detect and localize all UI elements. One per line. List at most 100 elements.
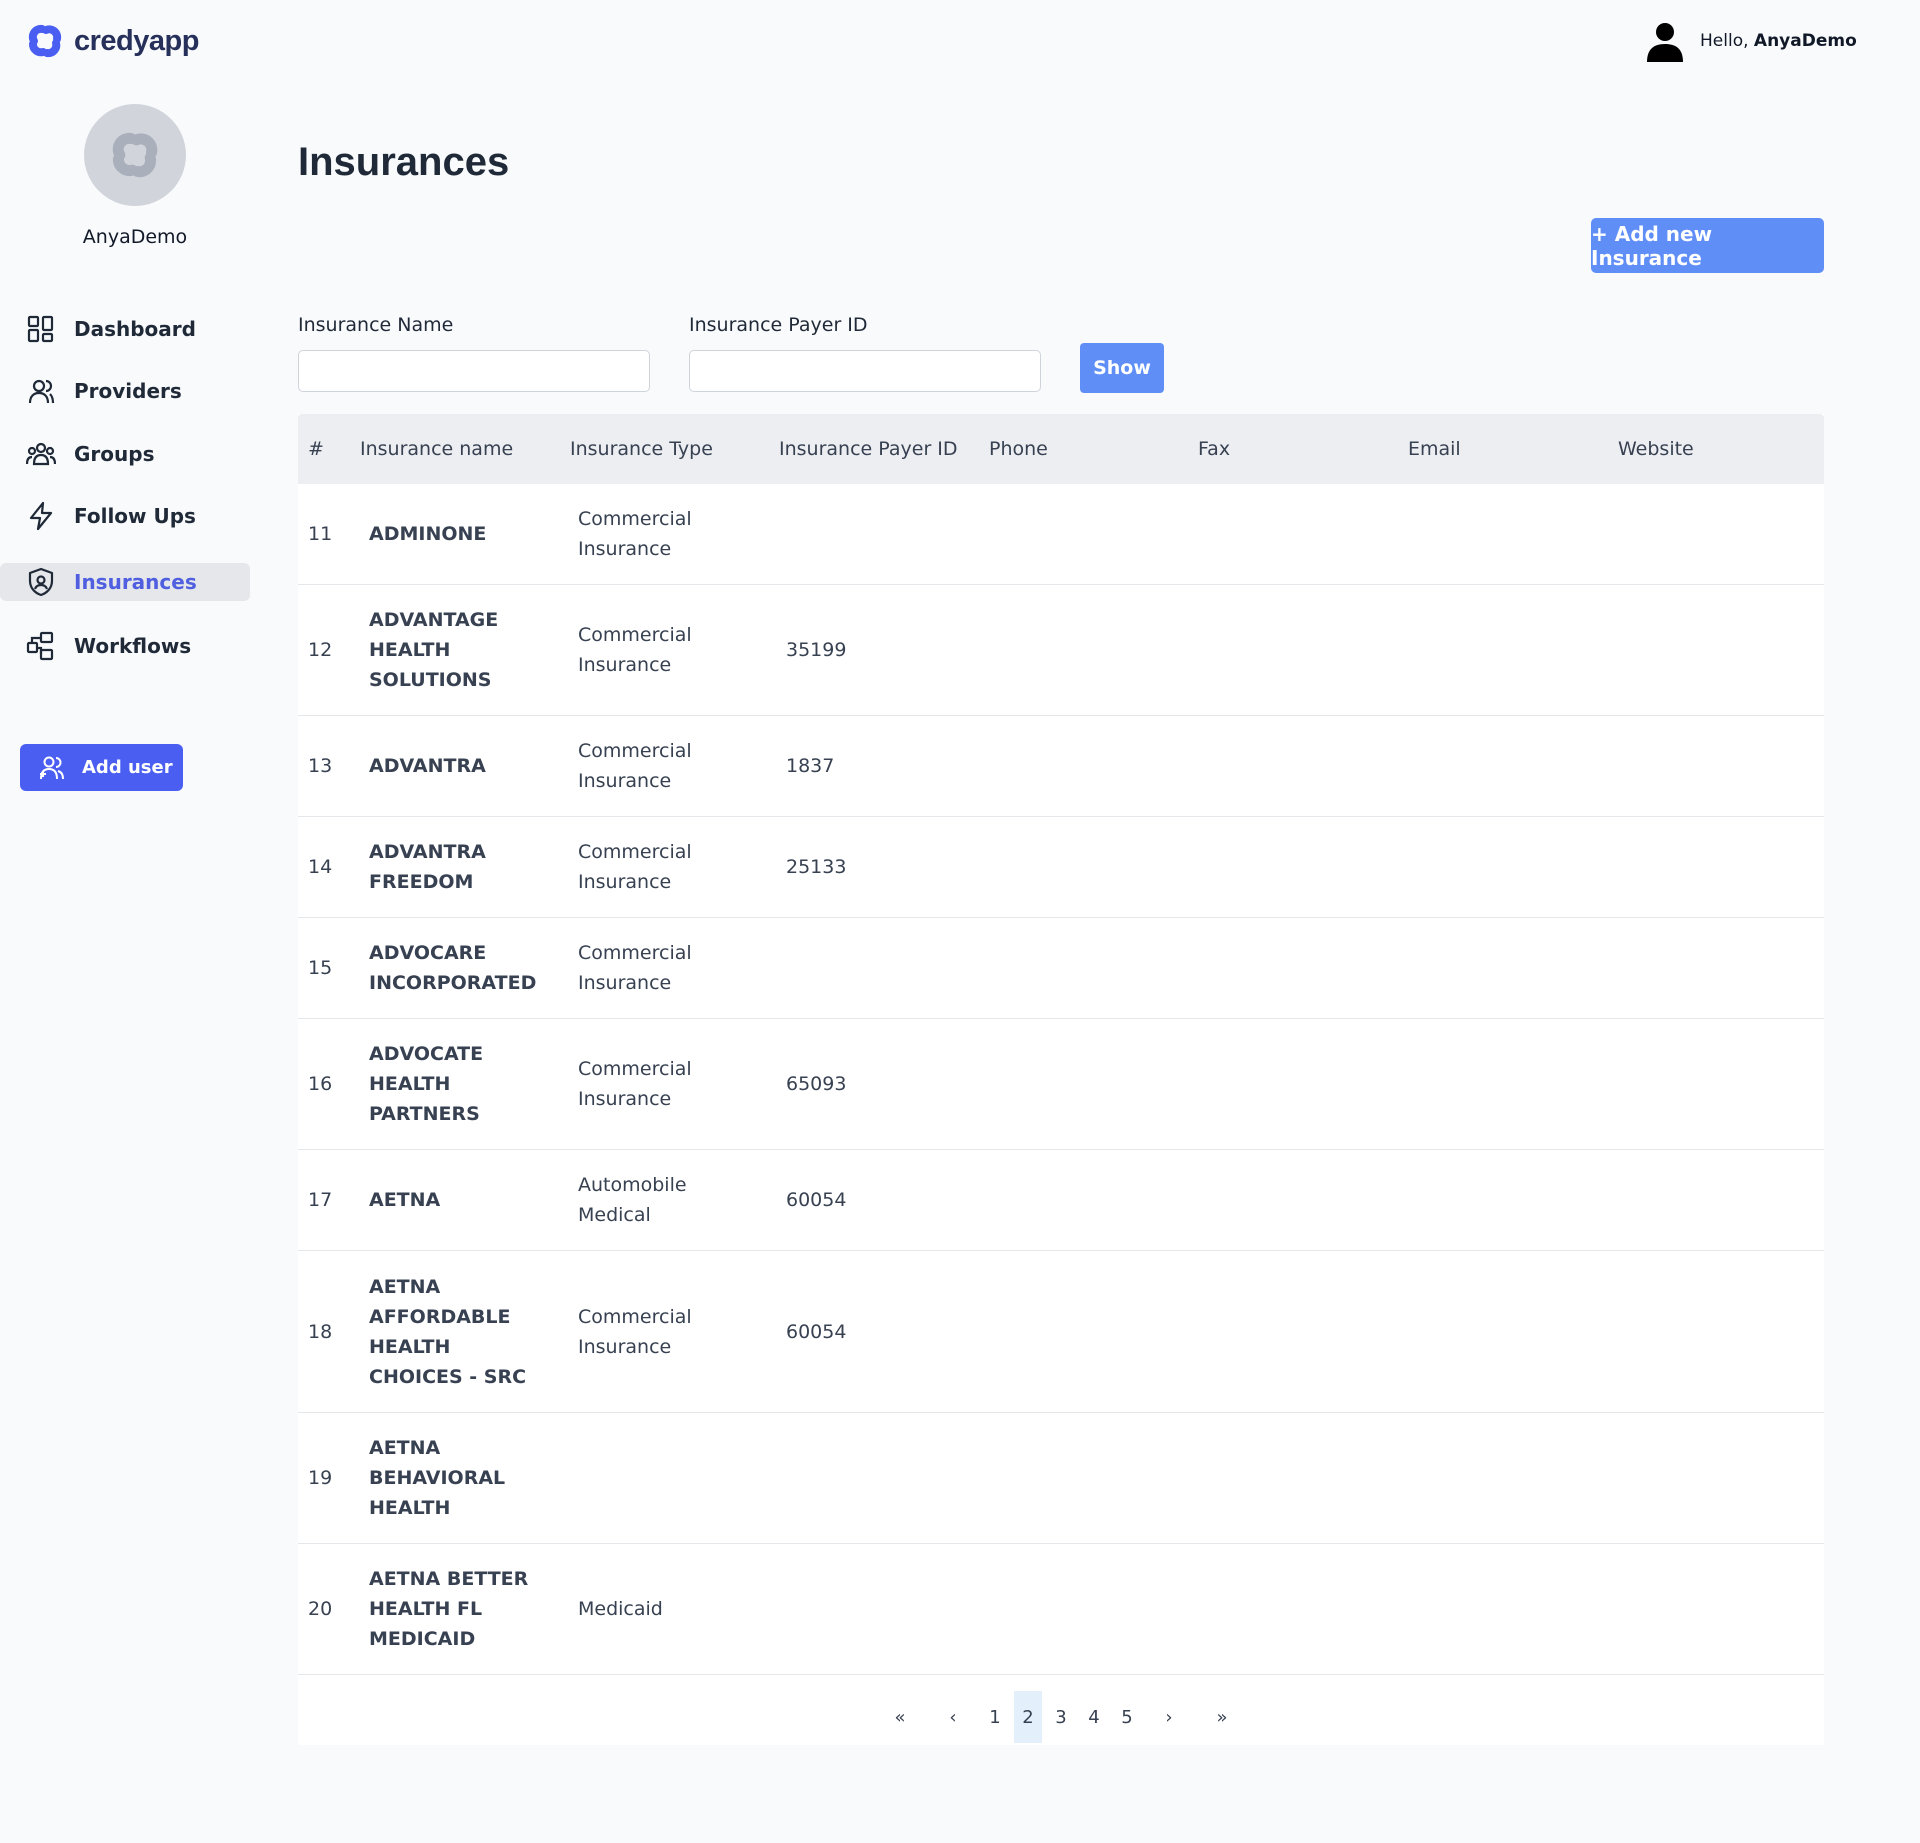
table-row[interactable]: 11 ADMINONE Commercial Insurance	[298, 484, 1824, 585]
add-new-insurance-button[interactable]: + Add new Insurance	[1591, 218, 1824, 273]
dashboard-grid-icon	[24, 312, 58, 346]
add-user-label: Add user	[82, 757, 173, 778]
group-icon	[24, 437, 58, 471]
greeting-username: AnyaDemo	[1753, 31, 1857, 51]
user-icon	[24, 374, 58, 408]
workflow-icon	[24, 629, 58, 663]
sidebar-item-groups[interactable]: Groups	[0, 435, 250, 473]
column-header-payer-id[interactable]: Insurance Payer ID	[779, 414, 958, 484]
insurance-name[interactable]: ADVANTAGE HEALTH SOLUTIONS	[369, 585, 549, 715]
table-row[interactable]: 13 ADVANTRA Commercial Insurance 1837	[298, 716, 1824, 817]
insurance-name[interactable]: AETNA BETTER HEALTH FL MEDICAID	[369, 1544, 549, 1674]
column-header-phone[interactable]: Phone	[989, 414, 1048, 484]
payer-id: 65093	[786, 1073, 847, 1095]
insurance-name-input[interactable]	[298, 350, 650, 392]
row-number: 19	[308, 1467, 333, 1489]
payer-id: 60054	[786, 1189, 847, 1211]
pagination-first-button[interactable]: «	[886, 1691, 914, 1743]
brand-name: credyapp	[74, 24, 199, 57]
profile-username: AnyaDemo	[82, 226, 188, 248]
sidebar-item-label: Workflows	[74, 634, 192, 658]
insurance-type: Commercial Insurance	[578, 740, 692, 792]
sidebar-item-workflows[interactable]: Workflows	[0, 627, 250, 665]
avatar-logo-icon	[112, 132, 158, 178]
insurance-type	[578, 1413, 708, 1543]
insurance-type: Automobile Medical	[578, 1174, 687, 1226]
payer-id: 35199	[786, 639, 847, 661]
show-button[interactable]: Show	[1080, 343, 1164, 393]
lightning-icon	[24, 499, 58, 533]
sidebar-item-label: Groups	[74, 442, 155, 466]
pagination-page-3[interactable]: 3	[1047, 1691, 1075, 1743]
row-number: 17	[308, 1189, 333, 1211]
sidebar-item-label: Insurances	[74, 570, 197, 594]
sidebar-item-label: Dashboard	[74, 317, 196, 341]
payer-id: 60054	[786, 1320, 847, 1343]
table-row[interactable]: 16 ADVOCATE HEALTH PARTNERS Commercial I…	[298, 1019, 1824, 1150]
pagination-prev-button[interactable]: ‹	[939, 1691, 967, 1743]
sidebar-item-providers[interactable]: Providers	[0, 372, 250, 410]
insurance-name[interactable]: ADVOCATE HEALTH PARTNERS	[369, 1019, 549, 1149]
row-number: 16	[308, 1073, 333, 1095]
pagination: « ‹ 1 2 3 4 5 › »	[298, 1675, 1824, 1745]
row-number: 18	[308, 1320, 333, 1343]
row-number: 15	[308, 957, 333, 979]
row-number: 12	[308, 639, 333, 661]
add-user-button[interactable]: Add user	[20, 744, 183, 791]
insurance-name[interactable]: AETNA	[369, 1150, 549, 1250]
insurance-type: Commercial Insurance	[578, 508, 692, 560]
table-row[interactable]: 14 ADVANTRA FREEDOM Commercial Insurance…	[298, 817, 1824, 918]
pagination-page-4[interactable]: 4	[1080, 1691, 1108, 1743]
sidebar-item-dashboard[interactable]: Dashboard	[0, 310, 250, 348]
sidebar-item-follow-ups[interactable]: Follow Ups	[0, 497, 250, 535]
pagination-page-2[interactable]: 2	[1014, 1691, 1042, 1743]
insurances-table: # Insurance name Insurance Type Insuranc…	[298, 414, 1824, 1745]
insurance-name[interactable]: ADMINONE	[369, 484, 549, 584]
table-row[interactable]: 12 ADVANTAGE HEALTH SOLUTIONS Commercial…	[298, 585, 1824, 716]
insurance-name[interactable]: ADVANTRA	[369, 716, 549, 816]
table-row[interactable]: 20 AETNA BETTER HEALTH FL MEDICAID Medic…	[298, 1544, 1824, 1675]
insurance-type: Commercial Insurance	[578, 942, 692, 994]
credyapp-logo-icon	[28, 24, 62, 58]
shield-user-icon	[24, 565, 58, 599]
table-row[interactable]: 17 AETNA Automobile Medical 60054	[298, 1150, 1824, 1251]
column-header-insurance-name[interactable]: Insurance name	[360, 414, 513, 484]
insurance-name[interactable]: ADVOCARE INCORPORATED	[369, 918, 549, 1018]
top-user-greeting[interactable]: Hello, AnyaDemo	[1644, 20, 1857, 62]
column-header-number[interactable]: #	[308, 414, 324, 484]
greeting-text: Hello,	[1700, 31, 1749, 51]
insurance-payer-id-label: Insurance Payer ID	[689, 314, 868, 336]
insurance-name[interactable]: AETNA AFFORDABLE HEALTH CHOICES - SRC	[369, 1251, 549, 1412]
table-row[interactable]: 19 AETNA BEHAVIORAL HEALTH	[298, 1413, 1824, 1544]
insurance-type: Commercial Insurance	[578, 841, 692, 893]
insurance-type: Medicaid	[578, 1598, 663, 1620]
pagination-last-button[interactable]: »	[1208, 1691, 1236, 1743]
row-number: 14	[308, 856, 333, 878]
column-header-email[interactable]: Email	[1408, 414, 1461, 484]
insurance-name[interactable]: AETNA BEHAVIORAL HEALTH	[369, 1413, 549, 1543]
insurance-type: Commercial Insurance	[578, 1305, 692, 1358]
column-header-fax[interactable]: Fax	[1198, 414, 1230, 484]
page-title: Insurances	[298, 140, 510, 184]
user-silhouette-icon	[1647, 23, 1683, 62]
sidebar-item-label: Providers	[74, 379, 182, 403]
pagination-next-button[interactable]: ›	[1155, 1691, 1183, 1743]
sidebar-item-insurances[interactable]: Insurances	[0, 563, 250, 601]
pagination-page-5[interactable]: 5	[1113, 1691, 1141, 1743]
column-header-website[interactable]: Website	[1618, 414, 1694, 484]
row-number: 20	[308, 1598, 333, 1620]
sidebar-item-label: Follow Ups	[74, 504, 196, 528]
table-row[interactable]: 18 AETNA AFFORDABLE HEALTH CHOICES - SRC…	[298, 1251, 1824, 1413]
brand-logo[interactable]: credyapp	[24, 20, 199, 62]
insurance-payer-id-input[interactable]	[689, 350, 1041, 392]
profile-avatar[interactable]	[84, 104, 186, 206]
row-number: 11	[308, 523, 333, 545]
row-number: 13	[308, 755, 333, 777]
column-header-insurance-type[interactable]: Insurance Type	[570, 414, 713, 484]
table-row[interactable]: 15 ADVOCARE INCORPORATED Commercial Insu…	[298, 918, 1824, 1019]
pagination-page-1[interactable]: 1	[981, 1691, 1009, 1743]
table-header: # Insurance name Insurance Type Insuranc…	[298, 414, 1824, 484]
insurance-name[interactable]: ADVANTRA FREEDOM	[369, 817, 549, 917]
payer-id: 25133	[786, 856, 847, 878]
insurance-type: Commercial Insurance	[578, 1058, 692, 1110]
